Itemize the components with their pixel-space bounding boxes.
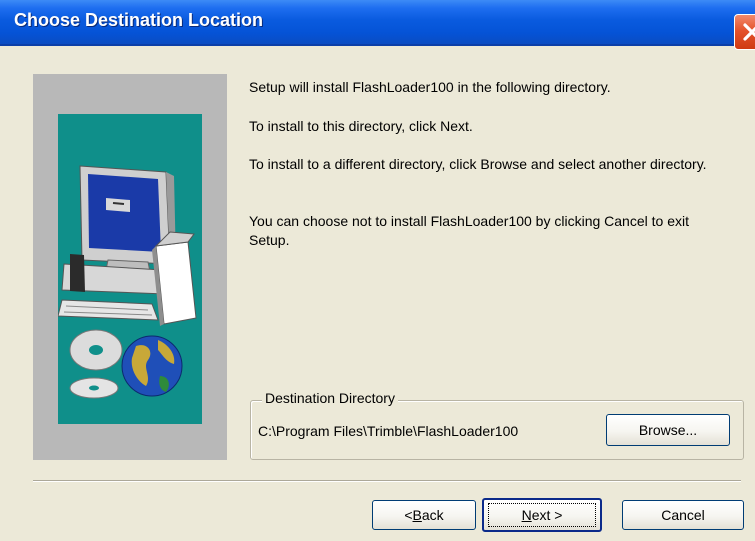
close-x-icon — [743, 23, 755, 41]
close-button[interactable] — [734, 14, 755, 50]
intro-text: Setup will install FlashLoader100 in the… — [249, 79, 611, 95]
title-bar[interactable]: Choose Destination Location — [0, 0, 755, 50]
cancel-button[interactable]: Cancel — [622, 500, 744, 530]
browse-instruction-text: To install to a different directory, cli… — [249, 156, 707, 172]
cancel-button-label: Cancel — [661, 507, 705, 523]
next-instruction-text: To install to this directory, click Next… — [249, 118, 473, 134]
next-button[interactable]: Next > — [482, 498, 602, 532]
browse-button[interactable]: Browse... — [606, 414, 730, 446]
footer-divider — [33, 480, 741, 482]
setup-illustration — [58, 165, 197, 399]
setup-dialog: Choose Destination Location Setup will i… — [0, 0, 755, 541]
destination-path: C:\Program Files\Trimble\FlashLoader100 — [258, 423, 519, 439]
computer-icon — [58, 165, 197, 326]
window-title: Choose Destination Location — [14, 10, 264, 30]
destination-label: Destination Directory — [262, 390, 398, 406]
browse-button-label: Browse... — [638, 422, 698, 438]
focus-indicator — [488, 503, 596, 527]
globe-icon — [121, 335, 183, 397]
back-button[interactable]: < Back — [372, 500, 476, 530]
cd-disc-icon — [69, 329, 123, 399]
cancel-instruction-text: You can choose not to install FlashLoade… — [249, 213, 689, 248]
